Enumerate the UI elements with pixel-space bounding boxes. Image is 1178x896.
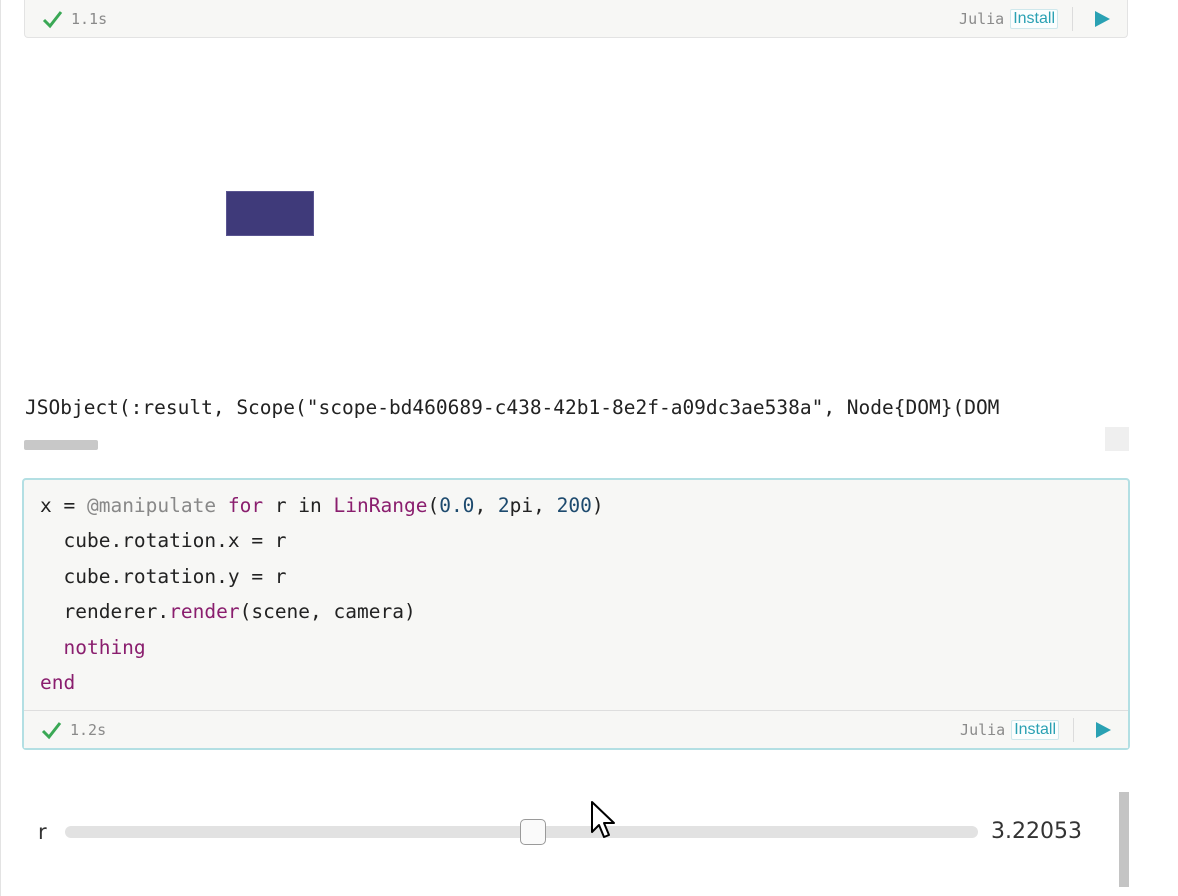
left-border [0,0,1,896]
scroll-corner [1105,427,1129,451]
vertical-scrollbar[interactable] [1119,792,1129,887]
code-line-4: renderer.render(scene, camera) [40,600,416,624]
run-button[interactable] [1094,721,1112,739]
slider-value: 3.22053 [991,819,1082,844]
jsobject-output: JSObject(:result, Scope("scope-bd460689-… [25,396,1000,419]
slider-thumb[interactable] [519,819,546,845]
check-icon [42,10,63,28]
code-cell[interactable]: x = @manipulate for r in LinRange(0.0, 2… [22,478,1130,750]
horizontal-scrollbar[interactable] [24,440,98,450]
language-label: Julia [960,720,1006,739]
install-link[interactable]: Install [1011,719,1059,740]
code-line-6: end [40,671,76,695]
run-button[interactable] [1093,10,1111,28]
cell-status-bar: 1.2s Julia Install [24,710,1128,748]
rendered-cube [226,191,314,236]
mouse-cursor-icon [591,801,615,838]
install-link[interactable]: Install [1010,8,1058,29]
code-line-3: cube.rotation.y = r [40,564,287,588]
code-line-2: cube.rotation.x = r [40,529,287,553]
slider-label: r [38,820,47,844]
check-icon [41,721,62,739]
code-editor[interactable]: x = @manipulate for r in LinRange(0.0, 2… [40,488,604,700]
run-time: 1.1s [71,9,108,28]
cell-status-bar: 1.1s Julia Install [24,0,1128,38]
code-line-5: nothing [40,635,146,659]
run-time: 1.2s [70,720,107,739]
code-line-1: x = @manipulate for r in LinRange(0.0, 2… [40,494,604,517]
language-label: Julia [959,9,1005,28]
separator [1072,6,1073,31]
separator [1073,717,1074,742]
